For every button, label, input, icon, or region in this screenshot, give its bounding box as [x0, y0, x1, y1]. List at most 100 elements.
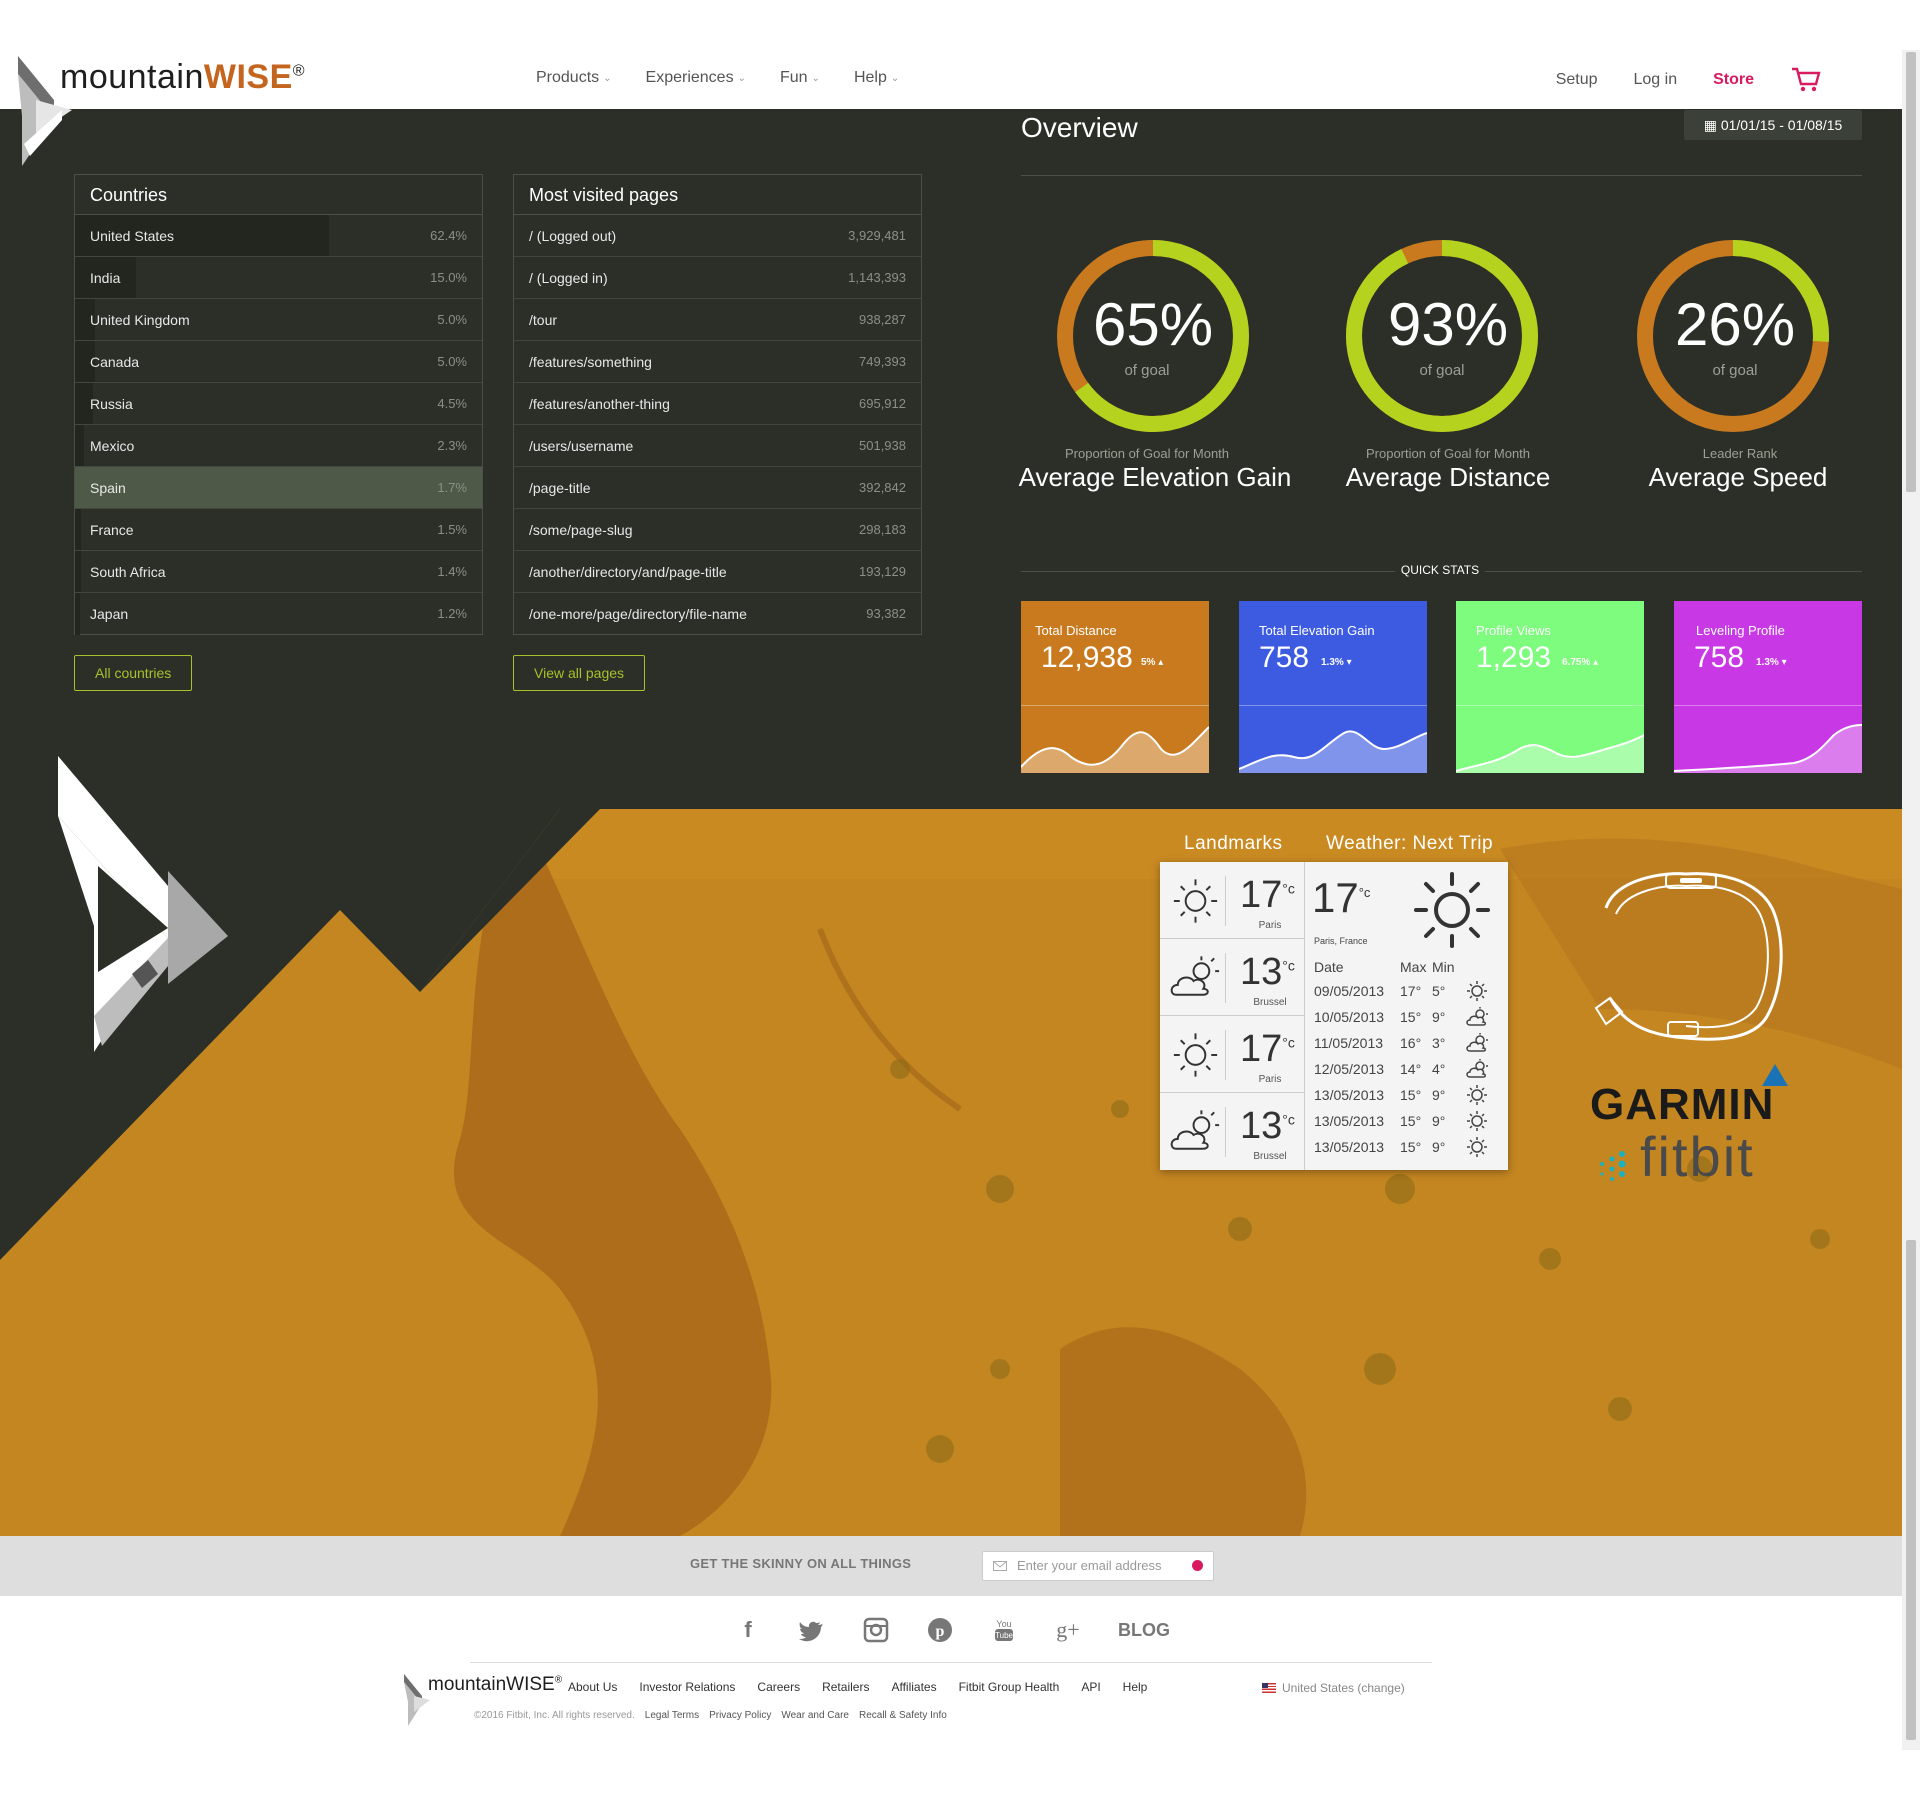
- forecast-date: 10/05/2013: [1314, 1009, 1385, 1025]
- footer-link[interactable]: About Us: [568, 1680, 617, 1694]
- page-row[interactable]: / (Logged out) 3,929,481: [514, 215, 921, 257]
- country-name: Canada: [90, 354, 140, 370]
- stat-card-total-distance[interactable]: Total Distance 12,938 5% ▴: [1021, 601, 1209, 773]
- forecast-max: 14°: [1400, 1061, 1422, 1077]
- page-row[interactable]: /features/another-thing 695,912: [514, 383, 921, 425]
- country-row[interactable]: Russia 4.5%: [75, 383, 482, 425]
- landmark-item[interactable]: 17°c Paris: [1160, 1016, 1305, 1093]
- page-row[interactable]: / (Logged in) 1,143,393: [514, 257, 921, 299]
- country-row[interactable]: South Africa 1.4%: [75, 551, 482, 593]
- arrow-up-icon: ▴: [1158, 657, 1164, 668]
- scrollbar-thumb[interactable]: [1906, 1240, 1916, 1740]
- legal-link[interactable]: Legal Terms: [645, 1710, 699, 1721]
- facebook-icon[interactable]: f: [734, 1616, 762, 1644]
- gauge-name: Average Distance: [1345, 462, 1551, 492]
- footer-link[interactable]: Investor Relations: [639, 1680, 735, 1694]
- country-row[interactable]: Japan 1.2%: [75, 593, 482, 635]
- forecast-min: 9°: [1432, 1139, 1446, 1155]
- cloud-sun-icon: [1170, 953, 1226, 1003]
- country-row[interactable]: India 15.0%: [75, 257, 482, 299]
- country-row[interactable]: France 1.5%: [75, 509, 482, 551]
- gauge-caption: Proportion of Goal for Month: [1064, 446, 1230, 461]
- country-selector[interactable]: United States (change): [1262, 1681, 1405, 1695]
- landmark-city: Paris: [1258, 920, 1282, 931]
- footer-link[interactable]: Retailers: [822, 1680, 869, 1694]
- stat-card-profile-views[interactable]: Profile Views 1,293 6.75% ▴: [1456, 601, 1644, 773]
- scrollbar-thumb[interactable]: [1906, 52, 1916, 492]
- blog-link[interactable]: BLOG: [1118, 1620, 1170, 1641]
- page-path: /features/another-thing: [529, 396, 670, 412]
- view-all-pages-button[interactable]: View all pages: [513, 655, 646, 691]
- legal-link[interactable]: Wear and Care: [781, 1710, 849, 1721]
- google-plus-icon[interactable]: g+: [1054, 1616, 1082, 1644]
- landmark-item[interactable]: 13°c Brussel: [1160, 1093, 1305, 1170]
- forecast-row: 12/05/2013 14° 4°: [1314, 1056, 1504, 1082]
- legal-link[interactable]: Recall & Safety Info: [859, 1710, 947, 1721]
- arrow-down-icon: ▾: [1781, 657, 1787, 668]
- page-row[interactable]: /another/directory/and/page-title 193,129: [514, 551, 921, 593]
- cloud-sun-icon: [1464, 1058, 1490, 1080]
- footer-links: About Us Investor Relations Careers Retaile…: [568, 1680, 1147, 1694]
- legal-link[interactable]: Privacy Policy: [709, 1710, 771, 1721]
- fitness-band-illustration: [1594, 872, 1783, 1041]
- page-row[interactable]: /one-more/page/directory/file-name 93,382: [514, 593, 921, 635]
- youtube-icon[interactable]: You Tube: [990, 1616, 1018, 1644]
- email-input[interactable]: Enter your email address: [982, 1551, 1214, 1581]
- gauge-value: 65%: [1092, 291, 1214, 358]
- forecast-min: 9°: [1432, 1113, 1446, 1129]
- countries-title: Countries: [75, 175, 482, 215]
- footer-link[interactable]: Help: [1123, 1680, 1148, 1694]
- stat-card-total-elevation[interactable]: Total Elevation Gain 758 1.3% ▾: [1239, 601, 1427, 773]
- submit-email-button[interactable]: [1192, 1560, 1203, 1571]
- page-views: 298,183: [859, 522, 906, 537]
- country-row[interactable]: United Kingdom 5.0%: [75, 299, 482, 341]
- forecast-max: 15°: [1400, 1087, 1422, 1103]
- country-row[interactable]: Mexico 2.3%: [75, 425, 482, 467]
- store-link[interactable]: Store: [1713, 71, 1754, 89]
- page-views: 3,929,481: [848, 228, 906, 243]
- country-row[interactable]: United States 62.4%: [75, 215, 482, 257]
- social-links: f p You Tube g+ BLOG: [734, 1616, 1170, 1644]
- nav-products[interactable]: Products ⌄: [536, 69, 612, 87]
- forecast-min: 3°: [1432, 1035, 1446, 1051]
- page-row[interactable]: /some/page-slug 298,183: [514, 509, 921, 551]
- chevron-down-icon: ⌄: [737, 72, 746, 84]
- landmark-item[interactable]: 17°c Paris: [1160, 862, 1305, 939]
- footer-link[interactable]: Affiliates: [891, 1680, 936, 1694]
- twitter-icon[interactable]: [798, 1616, 826, 1644]
- stat-card-leveling-profile[interactable]: Leveling Profile 758 1.3% ▾: [1674, 601, 1862, 773]
- page-row[interactable]: /users/username 501,938: [514, 425, 921, 467]
- forecast-min: 9°: [1432, 1087, 1446, 1103]
- login-link[interactable]: Log in: [1634, 71, 1678, 89]
- page-path: /users/username: [529, 438, 634, 454]
- nav-fun[interactable]: Fun ⌄: [780, 69, 820, 87]
- setup-link[interactable]: Setup: [1556, 71, 1598, 89]
- all-countries-button[interactable]: All countries: [74, 655, 193, 691]
- page-row[interactable]: /tour 938,287: [514, 299, 921, 341]
- cart-icon[interactable]: [1790, 66, 1822, 94]
- landmark-item[interactable]: 13°c Brussel: [1160, 939, 1305, 1016]
- country-row[interactable]: Spain 1.7%: [75, 467, 482, 509]
- footer-link[interactable]: Careers: [757, 1680, 800, 1694]
- gauge-name: Average Speed: [1648, 462, 1828, 492]
- forecast-max: 15°: [1400, 1139, 1422, 1155]
- country-row[interactable]: Canada 5.0%: [75, 341, 482, 383]
- landmark-temp: 17°c: [1240, 874, 1295, 916]
- nav-experiences[interactable]: Experiences ⌄: [646, 69, 746, 87]
- instagram-icon[interactable]: [862, 1616, 890, 1644]
- footer-brand[interactable]: mountainWISE®: [428, 1674, 562, 1696]
- pinterest-icon[interactable]: p: [926, 1616, 954, 1644]
- page-row[interactable]: /page-title 392,842: [514, 467, 921, 509]
- country-name: United States: [90, 228, 175, 244]
- date-range-picker[interactable]: ▦ 01/01/15 - 01/08/15: [1684, 110, 1862, 140]
- page-path: /another/directory/and/page-title: [529, 564, 727, 580]
- page-row[interactable]: /features/something 749,393: [514, 341, 921, 383]
- footer-link[interactable]: API: [1081, 1680, 1100, 1694]
- nav-help[interactable]: Help ⌄: [854, 69, 899, 87]
- brand-logo[interactable]: mountainWISE®: [60, 58, 305, 97]
- footer-link[interactable]: Fitbit Group Health: [959, 1680, 1060, 1694]
- svg-text:You: You: [996, 1619, 1011, 1629]
- page-scrollbar[interactable]: [1902, 50, 1920, 1750]
- sun-icon: [1414, 872, 1490, 948]
- landmark-city: Brussel: [1253, 1151, 1287, 1162]
